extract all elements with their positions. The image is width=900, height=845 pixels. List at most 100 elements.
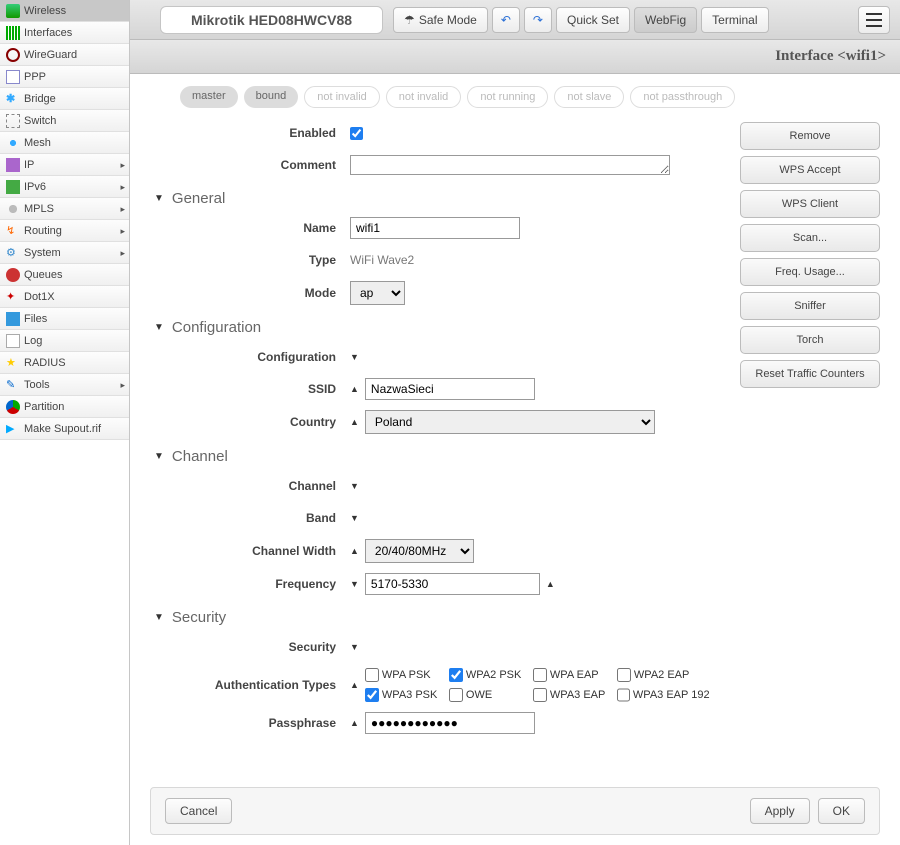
sidebar-item-mpls[interactable]: MPLS▸	[0, 198, 129, 220]
sidebar-item-log[interactable]: Log	[0, 330, 129, 352]
mode-select[interactable]: ap	[350, 281, 405, 305]
section-configuration[interactable]: ▼Configuration	[154, 319, 720, 336]
sidebar-item-wireguard[interactable]: WireGuard	[0, 44, 129, 66]
chk-owe[interactable]: OWE	[449, 688, 533, 702]
badge-not-invalid: not invalid	[304, 86, 380, 108]
supout-icon: ▶	[6, 422, 20, 436]
content: master bound not invalid not invalid not…	[130, 74, 900, 845]
expand-icon[interactable]: ▼	[350, 481, 359, 491]
sidebar-item-queues[interactable]: Queues	[0, 264, 129, 286]
sidebar-item-partition[interactable]: Partition	[0, 396, 129, 418]
chevron-right-icon: ▸	[120, 380, 125, 391]
sidebar-item-mesh[interactable]: Mesh	[0, 132, 129, 154]
chk-wpa3-eap-192[interactable]: WPA3 EAP 192	[617, 688, 701, 702]
log-icon	[6, 334, 20, 348]
label-security: Security	[150, 640, 350, 654]
safe-mode-button[interactable]: ☂Safe Mode	[393, 7, 488, 33]
collapse-icon: ▼	[154, 322, 164, 333]
wireguard-icon	[6, 48, 20, 62]
chk-wpa3-psk[interactable]: WPA3 PSK	[365, 688, 449, 702]
redo-button[interactable]: ↷	[524, 7, 552, 33]
sidebar-item-switch[interactable]: Switch	[0, 110, 129, 132]
label-frequency: Frequency	[150, 577, 350, 591]
badge-not-invalid2: not invalid	[386, 86, 462, 108]
status-badges: master bound not invalid not invalid not…	[180, 86, 880, 108]
sidebar-item-ipv6[interactable]: IPv6▸	[0, 176, 129, 198]
sidebar-item-bridge[interactable]: ✱Bridge	[0, 88, 129, 110]
wps-accept-button[interactable]: WPS Accept	[740, 156, 880, 184]
frequency-input[interactable]	[365, 573, 540, 595]
page-title: Mikrotik HED08HWCV88	[160, 6, 383, 34]
collapse-icon[interactable]: ▲	[350, 680, 359, 690]
comment-input[interactable]	[350, 155, 670, 175]
wps-client-button[interactable]: WPS Client	[740, 190, 880, 218]
ok-button[interactable]: OK	[818, 798, 865, 824]
section-security[interactable]: ▼Security	[154, 609, 720, 626]
section-general[interactable]: ▼General	[154, 190, 720, 207]
webfig-button[interactable]: WebFig	[634, 7, 697, 33]
apply-button[interactable]: Apply	[750, 798, 810, 824]
chk-wpa-eap[interactable]: WPA EAP	[533, 668, 617, 682]
collapse-icon: ▼	[154, 451, 164, 462]
up-icon[interactable]: ▲	[546, 579, 555, 589]
enabled-checkbox[interactable]	[350, 127, 363, 140]
menu-button[interactable]	[858, 6, 890, 34]
sidebar-item-files[interactable]: Files	[0, 308, 129, 330]
sidebar-item-system[interactable]: ⚙System▸	[0, 242, 129, 264]
reset-counters-button[interactable]: Reset Traffic Counters	[740, 360, 880, 388]
scan-button[interactable]: Scan...	[740, 224, 880, 252]
cancel-button[interactable]: Cancel	[165, 798, 232, 824]
label-band: Band	[150, 511, 350, 525]
section-channel[interactable]: ▼Channel	[154, 448, 720, 465]
bottom-bar: Cancel Apply OK	[150, 787, 880, 835]
badge-not-slave: not slave	[554, 86, 624, 108]
wireless-icon	[6, 4, 20, 18]
breadcrumb: Interface <wifi1>	[130, 40, 900, 74]
expand-icon[interactable]: ▼	[350, 579, 359, 589]
label-enabled: Enabled	[150, 126, 350, 140]
sidebar-item-dot1x[interactable]: ✦Dot1X	[0, 286, 129, 308]
system-icon: ⚙	[6, 246, 20, 260]
expand-icon[interactable]: ▼	[350, 642, 359, 652]
chk-wpa2-psk[interactable]: WPA2 PSK	[449, 668, 533, 682]
sidebar-item-supout[interactable]: ▶Make Supout.rif	[0, 418, 129, 440]
terminal-button[interactable]: Terminal	[701, 7, 768, 33]
sidebar-item-radius[interactable]: ★RADIUS	[0, 352, 129, 374]
name-input[interactable]	[350, 217, 520, 239]
ppp-icon	[6, 70, 20, 84]
ssid-input[interactable]	[365, 378, 535, 400]
freq-usage-button[interactable]: Freq. Usage...	[740, 258, 880, 286]
badge-not-running: not running	[467, 86, 548, 108]
sidebar-item-ppp[interactable]: PPP	[0, 66, 129, 88]
sidebar-item-ip[interactable]: IP▸	[0, 154, 129, 176]
sniffer-button[interactable]: Sniffer	[740, 292, 880, 320]
type-value: WiFi Wave2	[350, 253, 414, 267]
dot1x-icon: ✦	[6, 290, 20, 304]
torch-button[interactable]: Torch	[740, 326, 880, 354]
passphrase-input[interactable]	[365, 712, 535, 734]
remove-button[interactable]: Remove	[740, 122, 880, 150]
quick-set-button[interactable]: Quick Set	[556, 7, 630, 33]
sidebar-item-routing[interactable]: ↯Routing▸	[0, 220, 129, 242]
collapse-icon[interactable]: ▲	[350, 546, 359, 556]
sidebar-item-interfaces[interactable]: Interfaces	[0, 22, 129, 44]
expand-icon[interactable]: ▼	[350, 513, 359, 523]
label-width: Channel Width	[150, 544, 350, 558]
channel-width-select[interactable]: 20/40/80MHz	[365, 539, 474, 563]
partition-icon	[6, 400, 20, 414]
collapse-icon[interactable]: ▲	[350, 417, 359, 427]
label-channel: Channel	[150, 479, 350, 493]
chk-wpa2-eap[interactable]: WPA2 EAP	[617, 668, 701, 682]
expand-icon[interactable]: ▼	[350, 352, 359, 362]
chevron-right-icon: ▸	[120, 182, 125, 193]
country-select[interactable]: Poland	[365, 410, 655, 434]
mesh-icon	[6, 136, 20, 150]
collapse-icon[interactable]: ▲	[350, 718, 359, 728]
chk-wpa-psk[interactable]: WPA PSK	[365, 668, 449, 682]
undo-button[interactable]: ↶	[492, 7, 520, 33]
collapse-icon[interactable]: ▲	[350, 384, 359, 394]
sidebar-item-wireless[interactable]: Wireless	[0, 0, 129, 22]
routing-icon: ↯	[6, 224, 20, 238]
sidebar-item-tools[interactable]: ✎Tools▸	[0, 374, 129, 396]
chk-wpa3-eap[interactable]: WPA3 EAP	[533, 688, 617, 702]
